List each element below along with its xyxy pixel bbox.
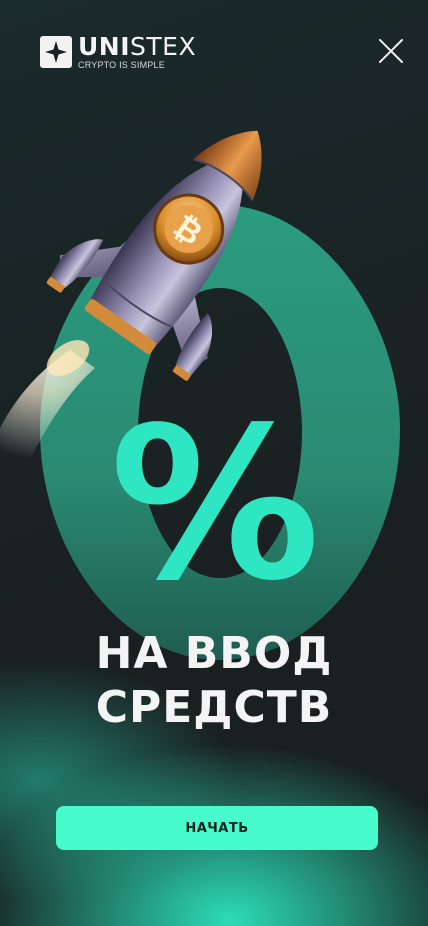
close-button[interactable] [376, 36, 406, 66]
promo-screen: UNISTEX CRYPTO IS SIMPLE ₿ % НА ВВОД СРЕ… [0, 0, 428, 926]
headline-line-1: НА ВВОД [95, 628, 333, 679]
close-icon [379, 39, 403, 63]
start-button[interactable]: НАЧАТЬ [56, 806, 378, 850]
brand-tagline: CRYPTO IS SIMPLE [78, 60, 165, 70]
headline-line-2: СРЕДСТВ [95, 682, 333, 733]
unistex-logo[interactable]: UNISTEX CRYPTO IS SIMPLE [40, 34, 196, 70]
percent-sign: % [109, 382, 321, 627]
unistex-logo-icon [40, 36, 72, 68]
brand-name: UNISTEX [78, 32, 197, 61]
